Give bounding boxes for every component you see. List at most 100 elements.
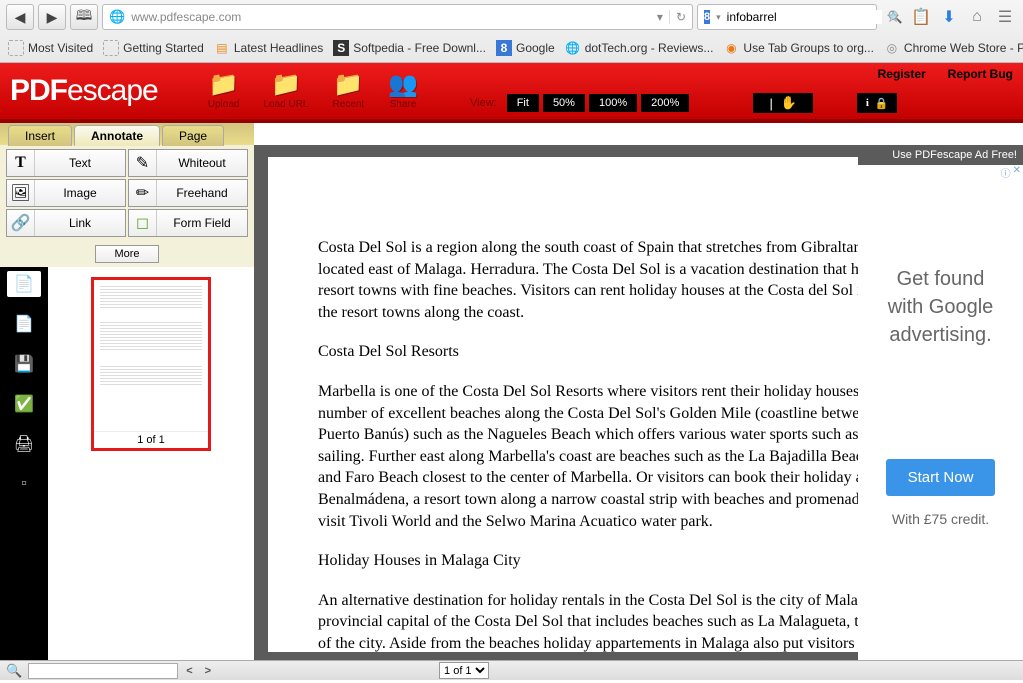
eraser-icon: ✎ [129,150,157,176]
search-prev-button[interactable]: < [186,665,192,677]
search-icon[interactable]: 🔍 [6,663,22,679]
zoom-50-button[interactable]: 50% [543,94,585,112]
bookmark-chrome-store[interactable]: ◎Chrome Web Store - P... [884,40,1023,56]
bookmark-getting-started[interactable]: Getting Started [103,40,204,56]
ad-close-icon[interactable]: ✕ [1013,165,1021,180]
tab-insert[interactable]: Insert [8,125,72,146]
forward-button[interactable]: ▶ [38,4,66,30]
form-field-tool[interactable]: ◻Form Field [128,209,248,237]
document-scroll[interactable]: Costa Del Sol is a region along the sout… [268,157,858,652]
tool-label: Image [35,186,125,200]
tool-grid: TText ✎Whiteout 🖼Image ✏Freehand 🔗Link ◻… [0,145,254,241]
hand-icon: ✋ [781,95,797,111]
home-icon[interactable]: ⌂ [965,5,989,29]
bookmark-label: Latest Headlines [234,41,323,55]
dropdown-icon[interactable]: ▾ [657,10,663,24]
print-icon[interactable]: 🖨 [11,431,37,457]
globe-icon: 🌐 [565,40,581,56]
page-thumbnail[interactable]: 1 of 1 [91,277,211,451]
document-area: Costa Del Sol is a region along the sout… [254,145,858,660]
logo-bold: PDF [10,74,67,107]
paragraph: Costa Del Sol is a region along the sout… [318,237,858,323]
text-cursor-icon: | [769,96,772,111]
search-engine-icon: 8 [704,10,710,24]
pages-panel-icon[interactable]: 📄 [7,271,41,297]
bookmark-icon [8,40,24,56]
zoom-fit-button[interactable]: Fit [507,94,539,112]
load-url-button[interactable]: 📁Load URL [263,73,308,110]
bookmark-most-visited[interactable]: Most Visited [8,40,93,56]
page-select[interactable]: 1 of 1 [439,662,489,679]
tab-annotate[interactable]: Annotate [74,125,160,146]
report-bug-link[interactable]: Report Bug [948,67,1013,81]
bookmark-softpedia[interactable]: SSoftpedia - Free Downl... [333,40,486,56]
status-bar: 🔍 < > 1 of 1 [0,660,1023,680]
bookmark-label: dotTech.org - Reviews... [585,41,714,55]
firefox-icon: ◉ [723,40,739,56]
url-bar[interactable]: 🌐 ▾ ↻ [102,4,693,30]
pdf-page[interactable]: Costa Del Sol is a region along the sout… [268,157,858,652]
whiteout-tool[interactable]: ✎Whiteout [128,149,248,177]
more-button[interactable]: More [95,245,158,263]
register-link[interactable]: Register [878,67,926,81]
dropdown-icon[interactable]: ▾ [716,12,721,23]
nav-row: ◀ ▶ 🕮 🌐 ▾ ↻ 8 ▾ 🔍 ☆ 📋 ⬇ ⌂ ☰ [0,0,1023,34]
info-lock-tools[interactable]: i🔒 [857,93,897,113]
bookmark-google[interactable]: 8Google [496,40,555,56]
bookmark-dottech[interactable]: 🌐 dotTech.org - Reviews... [565,40,714,56]
tab-page[interactable]: Page [162,125,224,146]
thumbnail-label: 1 of 1 [94,431,208,448]
search-bar[interactable]: 8 ▾ 🔍 [697,4,877,30]
top-links: Register Report Bug [878,67,1013,81]
link-tool[interactable]: 🔗Link [6,209,126,237]
app-toolbar: 📁Upload 📁Load URL 📁Recent 👥Share [208,73,418,110]
bookmarks-bar: Most Visited Getting Started ▤ Latest Hea… [0,34,1023,62]
app-header: PDFescape 📁Upload 📁Load URL 📁Recent 👥Sha… [0,63,1023,123]
bookmark-latest-headlines[interactable]: ▤ Latest Headlines [214,40,323,56]
left-panel: TText ✎Whiteout 🖼Image ✏Freehand 🔗Link ◻… [0,145,254,660]
thumbnail-content [94,280,208,431]
ad-close-controls[interactable]: ⓘ✕ [1001,165,1021,180]
star-icon[interactable]: ☆ [881,5,905,29]
zoom-100-button[interactable]: 100% [589,94,637,112]
search-input[interactable] [727,10,882,24]
toolbar-label: Upload [208,99,240,110]
ad-start-button[interactable]: Start Now [886,459,996,496]
recent-button[interactable]: 📁Recent [332,73,364,110]
page-selector[interactable]: 1 of 1 [439,662,489,679]
url-input[interactable] [131,10,651,24]
browser-chrome: ◀ ▶ 🕮 🌐 ▾ ↻ 8 ▾ 🔍 ☆ 📋 ⬇ ⌂ ☰ Most Visited… [0,0,1023,63]
cursor-tools[interactable]: |✋ [753,93,813,113]
ad-top-link[interactable]: Use PDFescape Ad Free! [858,145,1023,165]
save-icon[interactable]: 💾 [11,351,37,377]
back-button[interactable]: ◀ [6,4,34,30]
menu-icon[interactable]: ☰ [993,5,1017,29]
clipboard-icon[interactable]: 📋 [909,5,933,29]
text-tool[interactable]: TText [6,149,126,177]
search-next-button[interactable]: > [205,665,211,677]
bookmark-label: Softpedia - Free Downl... [353,41,486,55]
freehand-tool[interactable]: ✏Freehand [128,179,248,207]
reload-icon[interactable]: ↻ [669,10,686,24]
paragraph: Marbella is one of the Costa Del Sol Res… [318,381,858,532]
people-icon: 👥 [388,73,418,97]
bookmarks-dropdown-button[interactable]: 🕮 [70,4,98,30]
zoom-200-button[interactable]: 200% [641,94,689,112]
logo-light: escape [67,74,158,107]
status-search-input[interactable] [28,663,178,679]
share-button[interactable]: 👥Share [388,73,418,110]
image-tool[interactable]: 🖼Image [6,179,126,207]
tool-label: Text [35,156,125,170]
tool-tabs: Insert Annotate Page [0,123,254,145]
download-icon[interactable]: ⬇ [937,5,961,29]
check-icon[interactable]: ✅ [11,391,37,417]
feed-icon: ▤ [214,40,230,56]
app-logo: PDFescape [10,74,158,108]
ad-credit: With £75 credit. [868,510,1013,530]
thumbnail-row: 📄 📄 💾 ✅ 🖨 ▫ 1 of 1 [0,267,254,660]
chrome-icon: ◎ [884,40,900,56]
upload-button[interactable]: 📁Upload [208,73,240,110]
bookmark-tab-groups[interactable]: ◉Use Tab Groups to org... [723,40,874,56]
pdf-icon[interactable]: 📄 [11,311,37,337]
blank-icon[interactable]: ▫ [11,471,37,497]
